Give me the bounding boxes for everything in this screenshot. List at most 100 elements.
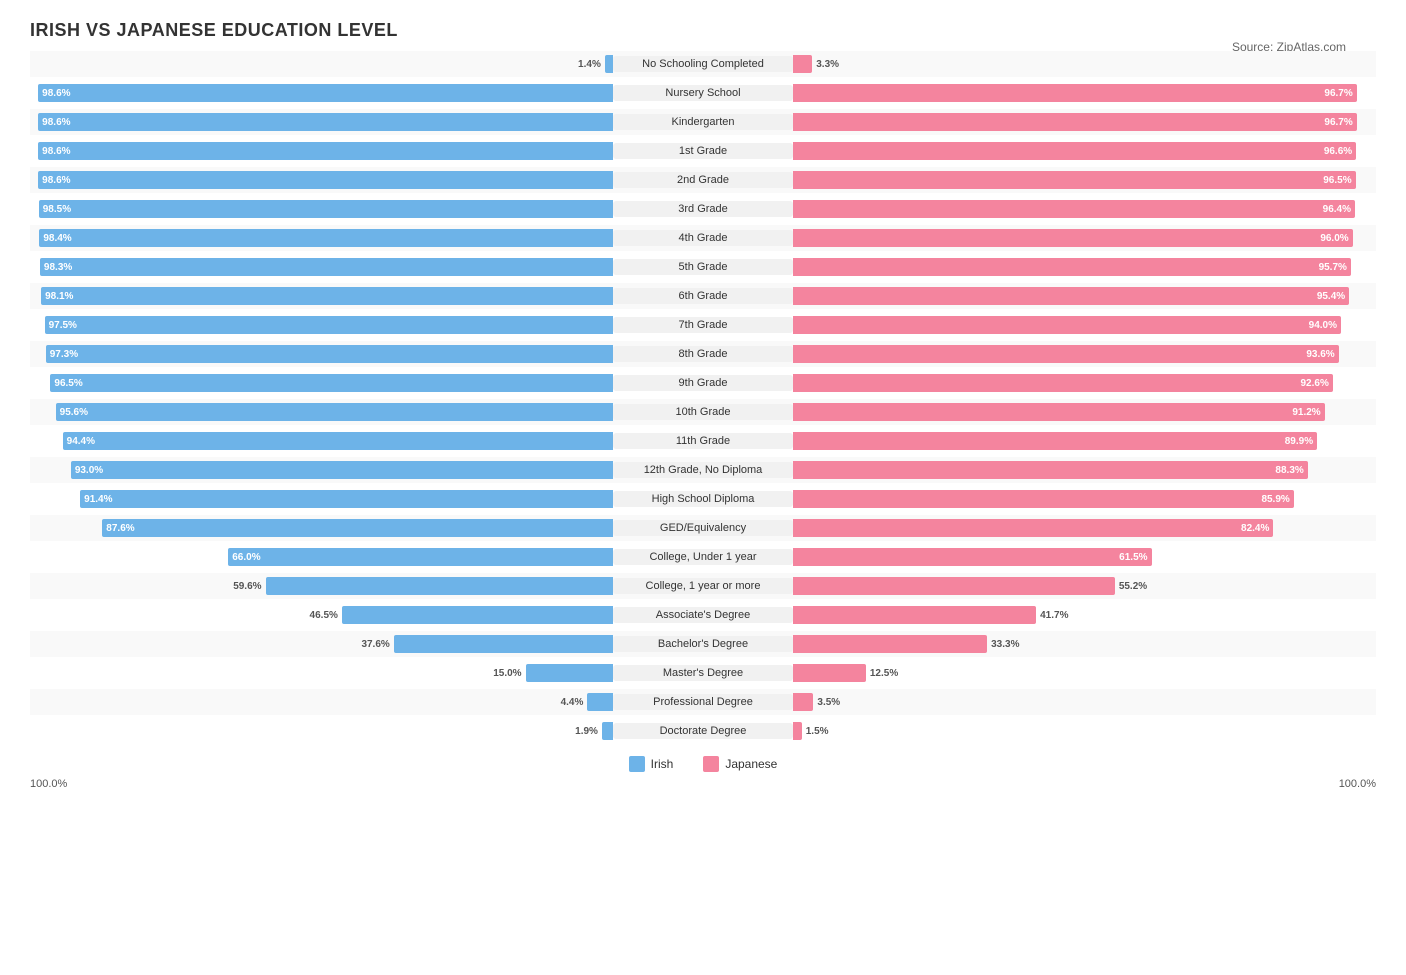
left-bar-container: 98.6% (30, 169, 613, 191)
left-bar-container: 98.3% (30, 256, 613, 278)
education-level-label: Nursery School (613, 85, 793, 101)
table-row: 97.5%7th Grade94.0% (30, 312, 1376, 338)
education-level-label: Master's Degree (613, 665, 793, 681)
japanese-bar: 96.7% (793, 113, 1357, 131)
left-bar-container: 95.6% (30, 401, 613, 423)
table-row: 96.5%9th Grade92.6% (30, 370, 1376, 396)
japanese-value: 88.3% (1275, 465, 1303, 476)
right-bar-container: 96.6% (793, 140, 1376, 162)
education-level-label: 9th Grade (613, 375, 793, 391)
japanese-value: 96.5% (1323, 175, 1351, 186)
irish-value: 98.1% (45, 291, 73, 302)
japanese-value: 89.9% (1285, 436, 1313, 447)
japanese-value: 3.3% (816, 59, 839, 70)
japanese-bar (793, 55, 812, 73)
irish-value: 98.6% (42, 117, 70, 128)
table-row: 94.4%11th Grade 89.9% (30, 428, 1376, 454)
irish-bar: 66.0% (228, 548, 613, 566)
left-bar-container: 91.4% (30, 488, 613, 510)
left-bar-container: 15.0% (30, 662, 613, 684)
education-level-label: Kindergarten (613, 114, 793, 130)
right-bar-container: 94.0% (793, 314, 1376, 336)
irish-value: 4.4% (561, 697, 584, 708)
education-level-label: 10th Grade (613, 404, 793, 420)
right-bar-container: 41.7% (793, 604, 1376, 626)
irish-value: 59.6% (233, 581, 261, 592)
right-bar-container: 92.6% (793, 372, 1376, 394)
irish-bar: 94.4% (63, 432, 613, 450)
japanese-bar: 93.6% (793, 345, 1339, 363)
japanese-value: 55.2% (1119, 581, 1147, 592)
japanese-bar: 96.7% (793, 84, 1357, 102)
irish-bar: 98.4% (39, 229, 613, 247)
irish-value: 98.6% (42, 146, 70, 157)
japanese-bar: 91.2% (793, 403, 1325, 421)
japanese-bar: 92.6% (793, 374, 1333, 392)
left-bar-container: 98.1% (30, 285, 613, 307)
irish-value: 87.6% (106, 523, 134, 534)
japanese-value: 91.2% (1292, 407, 1320, 418)
right-bar-container: 1.5% (793, 720, 1376, 742)
japanese-bar: 96.4% (793, 200, 1355, 218)
left-bar-container: 98.6% (30, 111, 613, 133)
irish-value: 98.6% (42, 88, 70, 99)
table-row: 98.3%5th Grade95.7% (30, 254, 1376, 280)
table-row: 37.6%Bachelor's Degree33.3% (30, 631, 1376, 657)
left-bar-container: 97.3% (30, 343, 613, 365)
japanese-value: 1.5% (806, 726, 829, 737)
right-bar-container: 82.4% (793, 517, 1376, 539)
irish-bar: 91.4% (80, 490, 613, 508)
irish-value: 46.5% (310, 610, 338, 621)
table-row: 4.4%Professional Degree3.5% (30, 689, 1376, 715)
irish-bar (602, 722, 613, 740)
irish-bar: 93.0% (71, 461, 613, 479)
education-level-label: 12th Grade, No Diploma (613, 462, 793, 478)
japanese-bar: 95.4% (793, 287, 1349, 305)
right-bar-container: 96.5% (793, 169, 1376, 191)
left-bar-container: 98.4% (30, 227, 613, 249)
irish-bar: 95.6% (56, 403, 613, 421)
table-row: 97.3%8th Grade93.6% (30, 341, 1376, 367)
irish-value: 98.5% (43, 204, 71, 215)
legend-japanese-box (703, 756, 719, 772)
left-bar-container: 96.5% (30, 372, 613, 394)
irish-value: 97.5% (49, 320, 77, 331)
japanese-bar: 94.0% (793, 316, 1341, 334)
irish-bar: 87.6% (102, 519, 613, 537)
japanese-value: 85.9% (1261, 494, 1289, 505)
right-bar-container: 95.4% (793, 285, 1376, 307)
japanese-bar: 96.5% (793, 171, 1356, 189)
axis-right: 100.0% (1339, 778, 1376, 790)
japanese-bar: 85.9% (793, 490, 1294, 508)
japanese-value: 95.4% (1317, 291, 1345, 302)
japanese-bar (793, 606, 1036, 624)
irish-value: 98.6% (42, 175, 70, 186)
right-bar-container: 96.0% (793, 227, 1376, 249)
japanese-value: 96.7% (1324, 88, 1352, 99)
chart-container: 1.4%No Schooling Completed3.3% 98.6% Nurse… (30, 51, 1376, 744)
irish-bar (605, 55, 613, 73)
left-bar-container: 98.5% (30, 198, 613, 220)
education-level-label: 11th Grade (613, 433, 793, 449)
left-bar-container: 98.6% (30, 82, 613, 104)
left-bar-container: 1.9% (30, 720, 613, 742)
irish-value: 93.0% (75, 465, 103, 476)
irish-value: 91.4% (84, 494, 112, 505)
japanese-value: 12.5% (870, 668, 898, 679)
irish-bar: 97.5% (45, 316, 613, 334)
table-row: 98.1%6th Grade95.4% (30, 283, 1376, 309)
right-bar-container: 55.2% (793, 575, 1376, 597)
left-bar-container: 98.6% (30, 140, 613, 162)
table-row: 66.0%College, Under 1 year61.5% (30, 544, 1376, 570)
axis-left: 100.0% (30, 778, 67, 790)
japanese-bar: 88.3% (793, 461, 1308, 479)
table-row: 98.4%4th Grade96.0% (30, 225, 1376, 251)
japanese-value: 82.4% (1241, 523, 1269, 534)
left-bar-container: 59.6% (30, 575, 613, 597)
table-row: 1.4%No Schooling Completed3.3% (30, 51, 1376, 77)
irish-value: 37.6% (361, 639, 389, 650)
right-bar-container: 96.7% (793, 82, 1376, 104)
table-row: 1.9%Doctorate Degree1.5% (30, 718, 1376, 744)
table-row: 98.6% Nursery School 96.7% (30, 80, 1376, 106)
right-bar-container: 93.6% (793, 343, 1376, 365)
